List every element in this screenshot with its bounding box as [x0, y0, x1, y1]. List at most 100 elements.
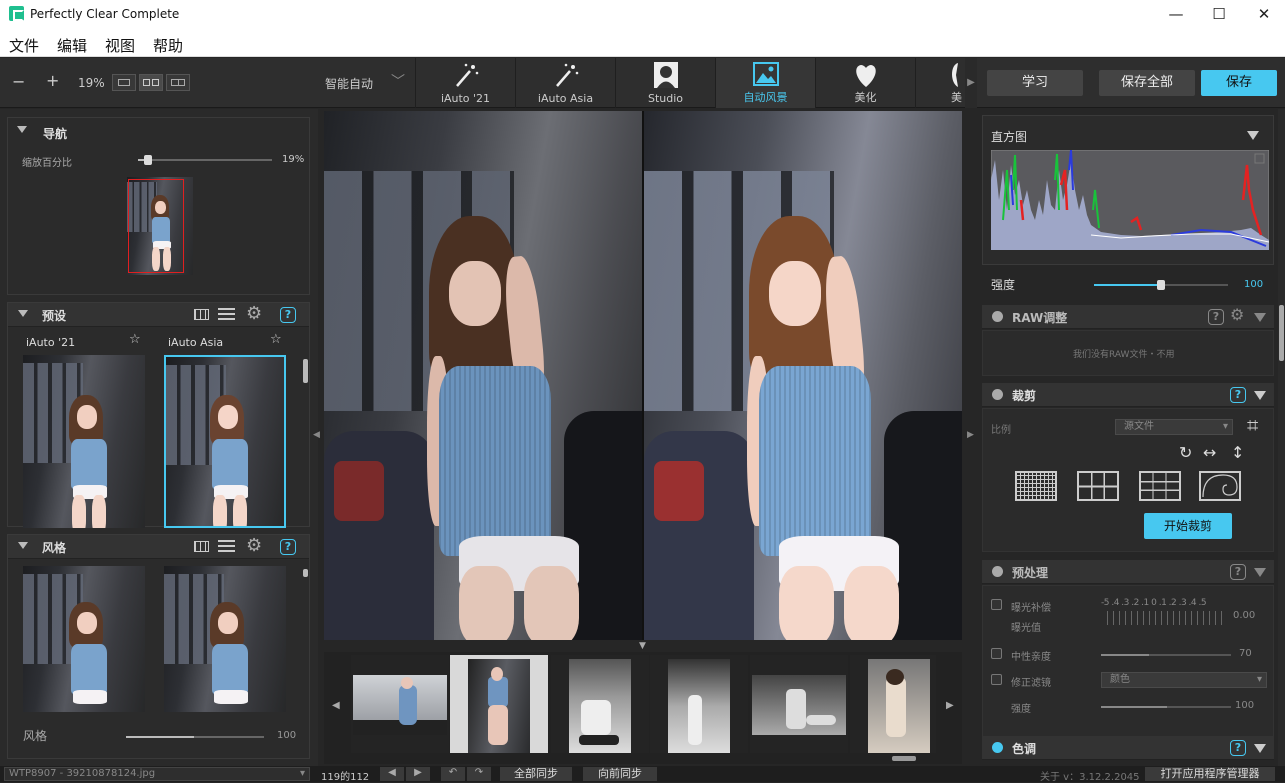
help-icon[interactable]: ?: [280, 307, 296, 323]
filmstrip-scrollbar[interactable]: [892, 756, 916, 761]
zoom-out-icon[interactable]: −: [12, 72, 25, 91]
film-thumb-2-selected[interactable]: [450, 655, 548, 753]
intensity-slider[interactable]: [1101, 706, 1231, 708]
filmstrip-toggle-icon[interactable]: ▼: [639, 641, 646, 651]
exposure-checkbox[interactable]: [991, 599, 1002, 610]
grid-view-icon[interactable]: [194, 309, 209, 320]
open-app-manager-button[interactable]: 打开应用程序管理器: [1145, 767, 1275, 781]
navigator-thumbnail[interactable]: [127, 177, 193, 275]
compare-view-icon[interactable]: [166, 74, 190, 91]
film-thumb-5[interactable]: [750, 655, 848, 753]
preset-thumb-iauto-asia[interactable]: [164, 355, 286, 528]
exposure-ruler[interactable]: [1107, 611, 1227, 625]
zoom-in-icon[interactable]: +: [46, 71, 59, 90]
prev-image-icon[interactable]: ◀: [380, 767, 404, 781]
tone-header[interactable]: 色调 ?: [982, 736, 1274, 760]
preset-tab-iauto-asia[interactable]: iAuto Asia: [515, 58, 615, 108]
scrollbar[interactable]: [303, 359, 308, 383]
strength-slider[interactable]: [1094, 280, 1228, 290]
film-thumb-3[interactable]: [551, 655, 649, 753]
sync-all-button[interactable]: 全部同步: [500, 767, 572, 781]
film-thumb-4[interactable]: [650, 655, 748, 753]
menu-file[interactable]: 文件: [9, 35, 39, 56]
version-text[interactable]: 关于 v：3.12.2.2045: [1040, 768, 1140, 783]
next-image-icon[interactable]: ▶: [406, 767, 430, 781]
viewport-frame[interactable]: [128, 179, 184, 273]
menu-edit[interactable]: 编辑: [57, 35, 87, 56]
collapse-left-icon[interactable]: ◀: [313, 430, 320, 440]
collapse-icon[interactable]: [1254, 313, 1266, 322]
sync-previous-button[interactable]: 向前同步: [583, 767, 657, 781]
save-button[interactable]: 保存: [1201, 70, 1277, 96]
enable-toggle-icon[interactable]: [992, 311, 1003, 322]
single-view-icon[interactable]: [112, 74, 136, 91]
grid-ninths-icon[interactable]: [1139, 471, 1181, 501]
crop-header[interactable]: 裁剪 ?: [982, 383, 1274, 407]
collapse-icon[interactable]: [17, 126, 27, 133]
preset-tab-iauto21[interactable]: iAuto '21: [415, 58, 515, 108]
learn-button[interactable]: 学习: [987, 70, 1083, 96]
smart-auto-label[interactable]: 智能自动: [325, 75, 373, 92]
right-scrollbar-thumb[interactable]: [1279, 305, 1284, 361]
flip-horizontal-icon[interactable]: ↔: [1203, 443, 1216, 462]
list-view-icon[interactable]: [218, 540, 235, 553]
flip-vertical-icon[interactable]: ↕: [1231, 443, 1244, 462]
help-icon[interactable]: ?: [1230, 564, 1246, 580]
help-icon[interactable]: ?: [1230, 387, 1246, 403]
neutral-checkbox[interactable]: [991, 648, 1002, 659]
star-icon[interactable]: ☆: [129, 332, 141, 347]
enable-toggle-icon[interactable]: [992, 566, 1003, 577]
enable-toggle-icon[interactable]: [992, 389, 1003, 400]
enable-toggle-icon[interactable]: [992, 742, 1003, 753]
collapse-icon[interactable]: [1254, 744, 1266, 753]
grid-view-icon[interactable]: [194, 541, 209, 552]
histogram-collapse-icon[interactable]: [1247, 131, 1259, 140]
preset-tab-beauty-more[interactable]: 美: [915, 58, 965, 108]
grid-fine-icon[interactable]: [1015, 471, 1057, 501]
minimize-icon[interactable]: —: [1164, 4, 1188, 24]
gear-icon[interactable]: ⚙: [246, 535, 262, 556]
ratio-dropdown[interactable]: 源文件: [1115, 419, 1233, 435]
scroll-right-icon[interactable]: ▶: [965, 58, 977, 108]
gear-icon[interactable]: ⚙: [1230, 305, 1244, 324]
maximize-icon[interactable]: ☐: [1207, 4, 1231, 24]
style-thumb-2[interactable]: [164, 566, 286, 712]
list-view-icon[interactable]: [218, 308, 235, 321]
undo-icon[interactable]: ↶: [441, 767, 465, 781]
chevron-down-icon[interactable]: ﹀: [391, 71, 405, 91]
help-icon[interactable]: ?: [1208, 309, 1224, 325]
film-thumb-6[interactable]: [850, 655, 936, 753]
neutral-slider[interactable]: [1101, 654, 1231, 656]
split-view-icon[interactable]: [139, 74, 163, 91]
rotate-icon[interactable]: ↻: [1179, 443, 1192, 462]
star-icon[interactable]: ☆: [270, 332, 282, 347]
filter-checkbox[interactable]: [991, 674, 1002, 685]
filmstrip-next-icon[interactable]: ▶: [946, 700, 954, 711]
filter-dropdown[interactable]: 颜色: [1101, 672, 1267, 688]
preset-tab-studio[interactable]: Studio: [615, 58, 715, 108]
gear-icon[interactable]: ⚙: [246, 303, 262, 324]
start-crop-button[interactable]: 开始裁剪: [1144, 513, 1232, 539]
help-icon[interactable]: ?: [1230, 740, 1246, 756]
raw-header[interactable]: RAW调整 ? ⚙: [982, 305, 1274, 329]
preset-thumb-iauto21[interactable]: [23, 355, 145, 528]
close-icon[interactable]: ✕: [1252, 4, 1276, 24]
image-viewer[interactable]: [324, 111, 962, 640]
filmstrip-prev-icon[interactable]: ◀: [332, 700, 340, 711]
style-strength-slider[interactable]: [126, 736, 264, 738]
preprocess-header[interactable]: 预处理 ?: [982, 560, 1274, 584]
golden-spiral-icon[interactable]: [1199, 471, 1241, 501]
film-thumb-1[interactable]: [351, 655, 449, 753]
grid-thirds-icon[interactable]: [1077, 471, 1119, 501]
scrollbar[interactable]: [303, 569, 308, 577]
redo-icon[interactable]: ↷: [467, 767, 491, 781]
file-selector[interactable]: WTP8907 - 39210878124.jpg ▾: [4, 767, 310, 781]
menu-view[interactable]: 视图: [105, 35, 135, 56]
presets-header[interactable]: 预设 ⚙ ?: [8, 303, 309, 327]
preset-tab-beautify[interactable]: 美化: [815, 58, 915, 108]
collapse-right-icon[interactable]: ▶: [967, 430, 974, 440]
right-scrollbar-track[interactable]: [1278, 109, 1285, 766]
collapse-icon[interactable]: [1254, 568, 1266, 577]
zoom-slider[interactable]: [138, 155, 272, 165]
preset-tab-auto-landscape[interactable]: 自动风景: [715, 58, 815, 108]
